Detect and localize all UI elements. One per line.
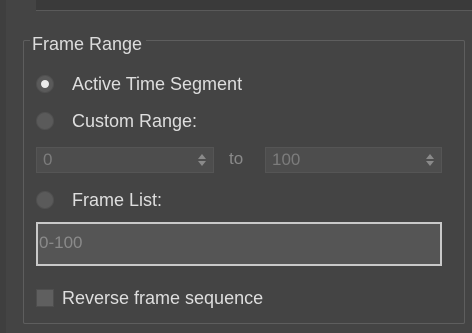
reverse-frame-sequence-label: Reverse frame sequence bbox=[62, 287, 264, 308]
previous-field-partial bbox=[36, 0, 472, 11]
range-start-spinner[interactable]: 0 bbox=[36, 147, 214, 173]
range-end-value: 100 bbox=[272, 150, 301, 169]
up-down-arrows-icon[interactable] bbox=[423, 154, 437, 166]
frame-list-input[interactable]: 0-100 bbox=[36, 222, 442, 266]
up-down-arrows-icon[interactable] bbox=[195, 154, 209, 166]
range-start-value: 0 bbox=[43, 150, 53, 169]
reverse-frame-sequence-option[interactable]: Reverse frame sequence bbox=[36, 286, 263, 310]
frame-list-label: Frame List: bbox=[72, 189, 163, 210]
panel-left-edge bbox=[0, 0, 6, 333]
reverse-frame-sequence-checkbox[interactable] bbox=[36, 289, 54, 307]
frame-list-radio[interactable] bbox=[36, 191, 54, 209]
range-end-spinner[interactable]: 100 bbox=[265, 147, 442, 173]
custom-range-option[interactable]: Custom Range: bbox=[36, 108, 197, 134]
active-time-segment-label: Active Time Segment bbox=[72, 73, 243, 94]
frame-list-option[interactable]: Frame List: bbox=[36, 187, 162, 213]
active-time-segment-option[interactable]: Active Time Segment bbox=[36, 71, 242, 97]
render-settings-panel: Frame Range Active Time Segment Custom R… bbox=[0, 0, 472, 333]
range-to-label: to bbox=[229, 149, 244, 168]
active-time-segment-radio[interactable] bbox=[36, 75, 54, 93]
frame-range-title: Frame Range bbox=[30, 33, 147, 55]
custom-range-label: Custom Range: bbox=[72, 110, 198, 131]
custom-range-radio[interactable] bbox=[36, 112, 54, 130]
